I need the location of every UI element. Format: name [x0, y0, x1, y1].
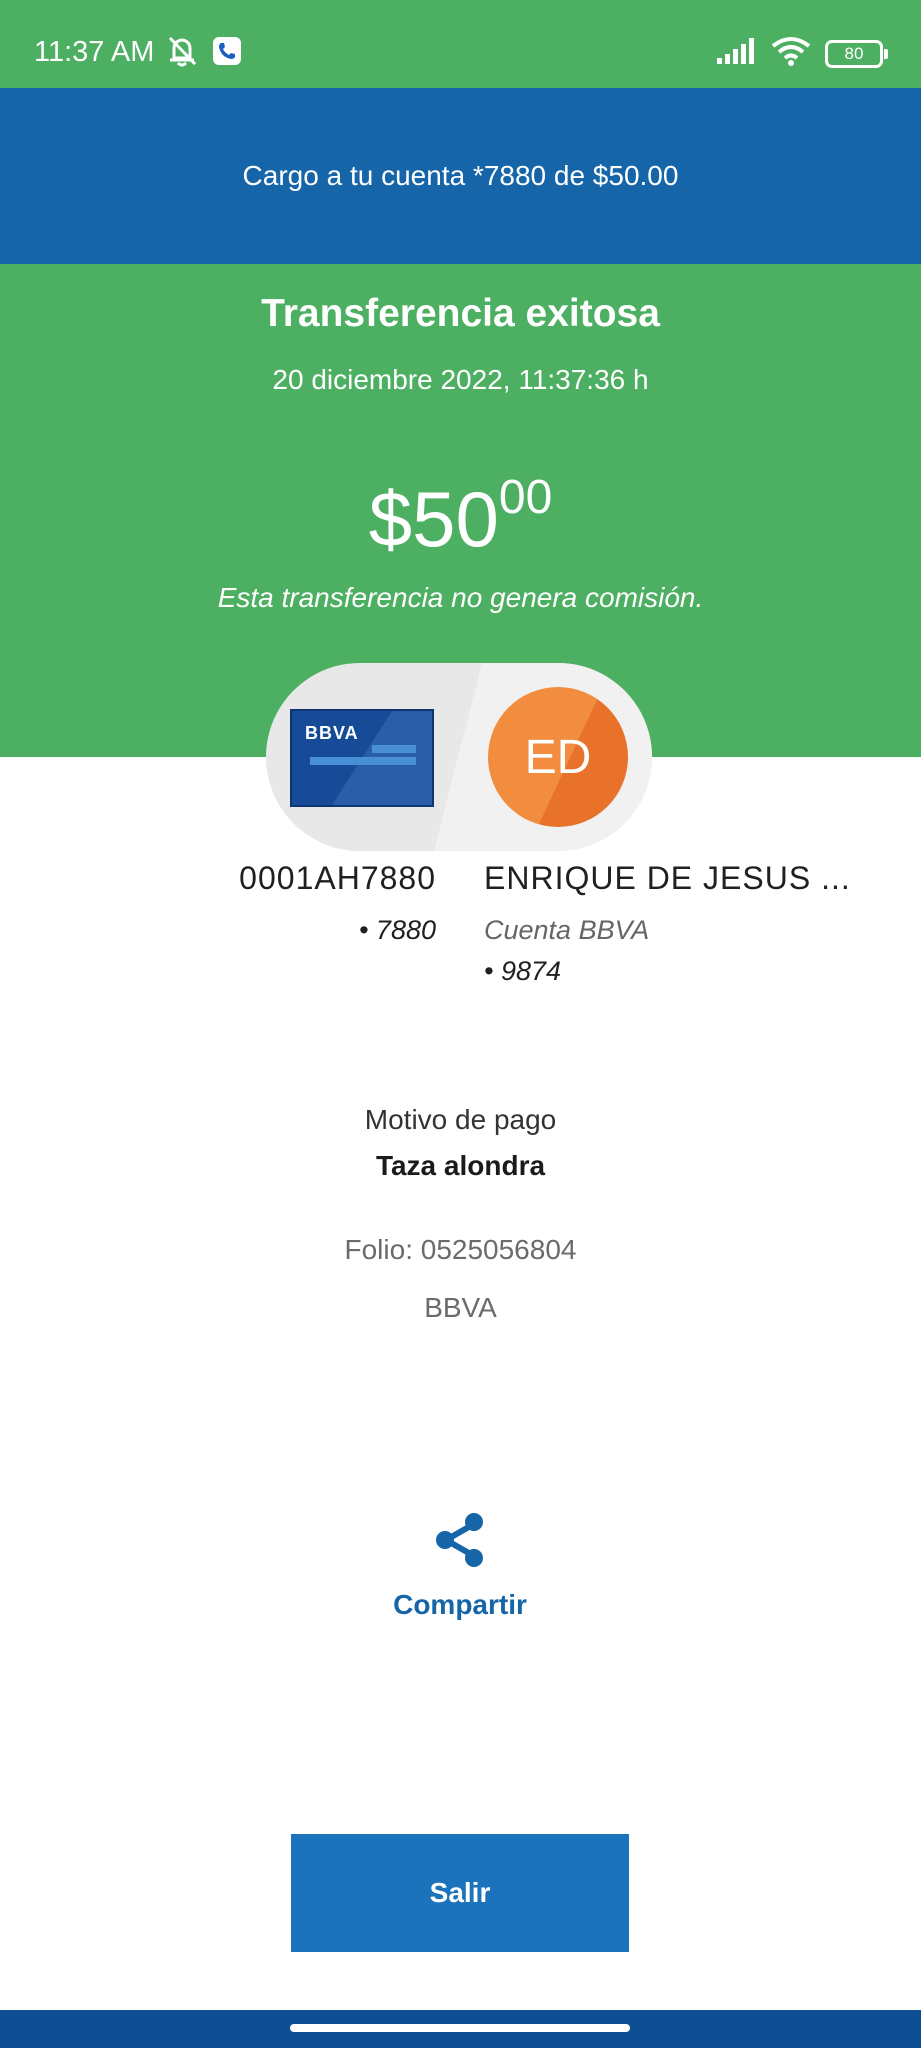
charge-banner-text: Cargo a tu cuenta *7880 de $50.00 — [242, 160, 679, 191]
payment-reason-label: Motivo de pago — [364, 1104, 557, 1135]
destination-account: ENRIQUE DE JESUS ... Cuenta BBVA • 9874 — [484, 860, 904, 987]
payment-reason-value: Taza alondra — [375, 1150, 546, 1181]
transfer-date: 20 diciembre 2022, 11:37:36 h — [272, 364, 649, 395]
status-icons-left — [164, 34, 242, 73]
accounts-visual: BBVA ED — [266, 663, 652, 851]
recipient-avatar: ED — [488, 687, 628, 827]
amount-main: $50 — [368, 475, 499, 563]
transfer-amount: $5000 — [0, 471, 921, 565]
origin-account-number: • 7880 — [358, 915, 436, 945]
origin-account-name: 0001AH7880 — [239, 860, 436, 896]
battery-icon: 80 — [825, 39, 888, 68]
bank-card-icon: BBVA — [290, 709, 434, 807]
exit-button[interactable]: Salir — [291, 1834, 629, 1952]
navigation-bar — [0, 2010, 921, 2048]
share-label: Compartir — [393, 1589, 527, 1620]
share-icon — [434, 1513, 486, 1572]
signal-icon — [717, 38, 757, 69]
status-bar: 11:37 AM 80 — [0, 0, 921, 88]
wifi-icon — [771, 36, 811, 71]
destination-account-name: ENRIQUE DE JESUS ... — [484, 860, 851, 896]
folio-number: Folio: 0525056804 — [344, 1234, 577, 1265]
status-icons-right: 80 — [717, 36, 888, 71]
status-time: 11:37 AM — [34, 36, 155, 68]
origin-account: 0001AH7880 • 7880 — [150, 860, 436, 946]
bank-name: BBVA — [424, 1292, 497, 1323]
transfer-title: Transferencia exitosa — [261, 292, 660, 335]
phone-call-icon — [212, 36, 242, 71]
commission-note: Esta transferencia no genera comisión. — [217, 582, 704, 613]
charge-banner: Cargo a tu cuenta *7880 de $50.00 — [0, 88, 921, 264]
destination-account-type: Cuenta BBVA — [484, 915, 650, 945]
destination-account-number: • 9874 — [484, 956, 562, 986]
amount-cents: 00 — [498, 471, 553, 524]
share-button[interactable]: Compartir — [380, 1512, 540, 1621]
muted-bell-icon — [164, 34, 200, 73]
home-indicator[interactable] — [290, 2024, 630, 2032]
